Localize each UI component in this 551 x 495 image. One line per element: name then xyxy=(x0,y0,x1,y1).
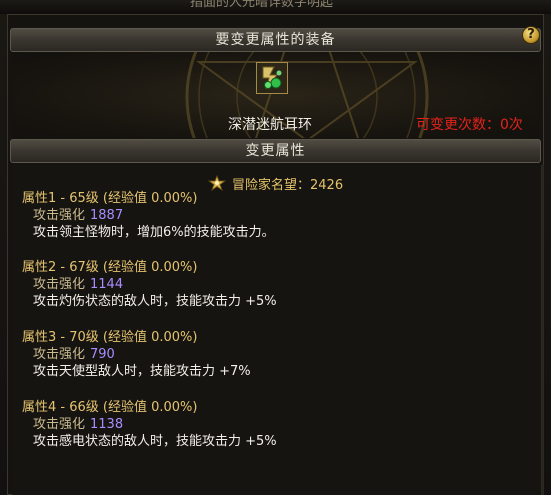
fame-crest-icon xyxy=(208,175,226,191)
equipment-attribute-change-window: 指面的人光暗详数字明起 要变更属性的装备 ? 深潜迷航耳环 可变更次数：0次 变… xyxy=(0,0,551,495)
change-section-header: 变更属性 xyxy=(10,139,541,163)
equip-section-header: 要变更属性的装备 xyxy=(10,28,541,52)
item-name: 深潜迷航耳环 xyxy=(228,117,312,133)
attribute-title: 属性3 - 70级 (经验值 0.00%) xyxy=(22,330,198,345)
stat-value: 1144 xyxy=(90,277,124,292)
attribute-description: 攻击天使型敌人时，技能攻击力 +7% xyxy=(33,364,251,379)
equip-section-title: 要变更属性的装备 xyxy=(215,32,336,48)
attribute-description: 攻击感电状态的敌人时，技能攻击力 +5% xyxy=(33,434,277,449)
attribute-title: 属性2 - 67级 (经验值 0.00%) xyxy=(22,260,198,275)
stat-value: 1138 xyxy=(90,417,124,432)
equipped-item-slot[interactable] xyxy=(256,62,288,94)
attribute-stat: 攻击强化 790 xyxy=(22,346,251,363)
stat-label: 攻击强化 xyxy=(33,347,86,362)
stat-label: 攻击强化 xyxy=(33,277,86,292)
attribute-entry-1: 属性1 - 65级 (经验值 0.00%) 攻击强化 1887 攻击领主怪物时，增… xyxy=(22,190,275,241)
stat-label: 攻击强化 xyxy=(33,417,86,432)
attribute-stat: 攻击强化 1138 xyxy=(22,416,277,433)
attribute-entry-4: 属性4 - 66级 (经验值 0.00%) 攻击强化 1138 攻击感电状态的敌人… xyxy=(22,399,277,450)
earring-item-icon xyxy=(257,63,287,93)
attribute-list-scrollbar[interactable] xyxy=(541,165,544,495)
help-button[interactable]: ? xyxy=(522,26,540,44)
top-strip: 指面的人光暗详数字明起 xyxy=(0,0,551,14)
attribute-description: 攻击灼伤状态的敌人时，技能攻击力 +5% xyxy=(33,294,277,309)
stat-value: 790 xyxy=(90,347,115,362)
attribute-entry-2: 属性2 - 67级 (经验值 0.00%) 攻击强化 1144 攻击灼伤状态的敌人… xyxy=(22,259,277,310)
attribute-stat: 攻击强化 1887 xyxy=(22,207,275,224)
question-mark-icon: ? xyxy=(527,27,535,42)
attribute-description: 攻击领主怪物时，增加6%的技能攻击力。 xyxy=(33,225,275,240)
change-count-text: 可变更次数：0次 xyxy=(416,117,523,133)
attribute-entry-3: 属性3 - 70级 (经验值 0.00%) 攻击强化 790 攻击天使型敌人时，技… xyxy=(22,329,251,380)
attribute-title: 属性1 - 65级 (经验值 0.00%) xyxy=(22,191,198,206)
stat-label: 攻击强化 xyxy=(33,208,86,223)
attribute-stat: 攻击强化 1144 xyxy=(22,276,277,293)
attribute-title: 属性4 - 66级 (经验值 0.00%) xyxy=(22,400,198,415)
change-section-title: 变更属性 xyxy=(245,143,306,159)
stat-value: 1887 xyxy=(90,208,124,223)
top-cut-text: 指面的人光暗详数字明起 xyxy=(190,0,334,10)
